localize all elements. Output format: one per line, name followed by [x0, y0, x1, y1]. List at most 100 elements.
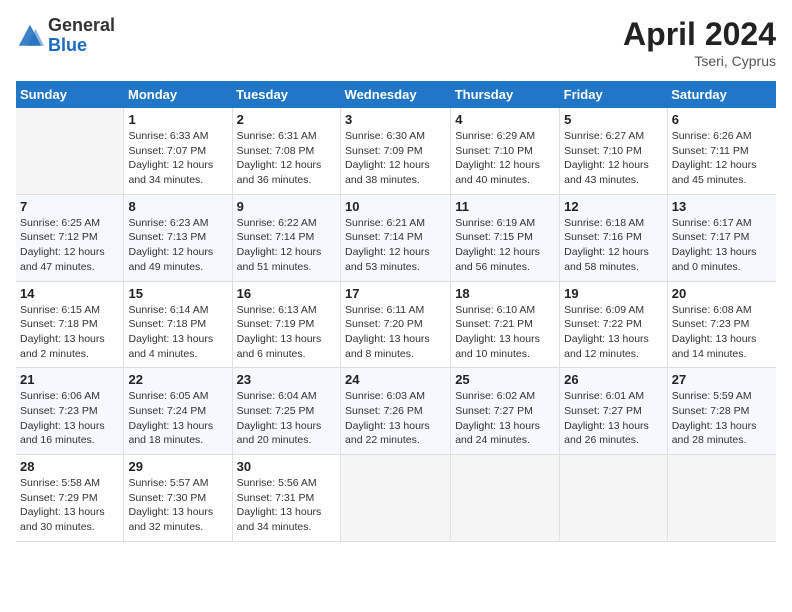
day-number: 23 — [237, 372, 336, 387]
calendar-cell: 15 Sunrise: 6:14 AMSunset: 7:18 PMDayligh… — [124, 281, 232, 368]
day-number: 28 — [20, 459, 119, 474]
day-number: 15 — [128, 286, 227, 301]
day-info: Sunrise: 6:01 AMSunset: 7:27 PMDaylight:… — [564, 389, 663, 448]
day-info: Sunrise: 6:25 AMSunset: 7:12 PMDaylight:… — [20, 216, 119, 275]
header-day-friday: Friday — [560, 81, 668, 108]
logo-blue-text: Blue — [48, 35, 87, 55]
header-day-sunday: Sunday — [16, 81, 124, 108]
calendar-cell — [341, 455, 451, 542]
day-info: Sunrise: 6:27 AMSunset: 7:10 PMDaylight:… — [564, 129, 663, 188]
day-info: Sunrise: 6:05 AMSunset: 7:24 PMDaylight:… — [128, 389, 227, 448]
calendar-header: SundayMondayTuesdayWednesdayThursdayFrid… — [16, 81, 776, 108]
calendar-cell: 25 Sunrise: 6:02 AMSunset: 7:27 PMDayligh… — [451, 368, 560, 455]
header-day-wednesday: Wednesday — [341, 81, 451, 108]
calendar-cell: 6 Sunrise: 6:26 AMSunset: 7:11 PMDaylight… — [667, 108, 776, 194]
calendar-cell: 1 Sunrise: 6:33 AMSunset: 7:07 PMDaylight… — [124, 108, 232, 194]
calendar-cell: 22 Sunrise: 6:05 AMSunset: 7:24 PMDayligh… — [124, 368, 232, 455]
calendar-cell: 3 Sunrise: 6:30 AMSunset: 7:09 PMDaylight… — [341, 108, 451, 194]
day-number: 3 — [345, 112, 446, 127]
day-number: 2 — [237, 112, 336, 127]
calendar-cell: 27Sunrise: 5:59 AMSunset: 7:28 PMDayligh… — [667, 368, 776, 455]
day-info: Sunrise: 6:11 AMSunset: 7:20 PMDaylight:… — [345, 303, 446, 362]
header-day-thursday: Thursday — [451, 81, 560, 108]
day-info: Sunrise: 6:02 AMSunset: 7:27 PMDaylight:… — [455, 389, 555, 448]
day-info: Sunrise: 6:30 AMSunset: 7:09 PMDaylight:… — [345, 129, 446, 188]
day-number: 25 — [455, 372, 555, 387]
calendar-cell: 13 Sunrise: 6:17 AMSunset: 7:17 PMDayligh… — [667, 194, 776, 281]
day-info: Sunrise: 6:13 AMSunset: 7:19 PMDaylight:… — [237, 303, 336, 362]
calendar-cell: 10 Sunrise: 6:21 AMSunset: 7:14 PMDayligh… — [341, 194, 451, 281]
calendar-cell: 16 Sunrise: 6:13 AMSunset: 7:19 PMDayligh… — [232, 281, 340, 368]
day-number: 29 — [128, 459, 227, 474]
calendar-cell: 21Sunrise: 6:06 AMSunset: 7:23 PMDayligh… — [16, 368, 124, 455]
day-info: Sunrise: 6:23 AMSunset: 7:13 PMDaylight:… — [128, 216, 227, 275]
calendar-cell: 28Sunrise: 5:58 AMSunset: 7:29 PMDayligh… — [16, 455, 124, 542]
day-info: Sunrise: 6:21 AMSunset: 7:14 PMDaylight:… — [345, 216, 446, 275]
calendar-cell: 29 Sunrise: 5:57 AMSunset: 7:30 PMDayligh… — [124, 455, 232, 542]
header-day-monday: Monday — [124, 81, 232, 108]
week-row-4: 21Sunrise: 6:06 AMSunset: 7:23 PMDayligh… — [16, 368, 776, 455]
day-number: 30 — [237, 459, 336, 474]
calendar-cell — [16, 108, 124, 194]
week-row-5: 28Sunrise: 5:58 AMSunset: 7:29 PMDayligh… — [16, 455, 776, 542]
day-number: 14 — [20, 286, 119, 301]
calendar-cell: 7Sunrise: 6:25 AMSunset: 7:12 PMDaylight… — [16, 194, 124, 281]
day-info: Sunrise: 5:57 AMSunset: 7:30 PMDaylight:… — [128, 476, 227, 535]
day-number: 24 — [345, 372, 446, 387]
day-number: 16 — [237, 286, 336, 301]
month-title: April 2024 — [623, 16, 776, 53]
calendar-cell — [451, 455, 560, 542]
day-number: 27 — [672, 372, 772, 387]
day-number: 8 — [128, 199, 227, 214]
calendar-cell: 12 Sunrise: 6:18 AMSunset: 7:16 PMDayligh… — [560, 194, 668, 281]
day-info: Sunrise: 6:18 AMSunset: 7:16 PMDaylight:… — [564, 216, 663, 275]
calendar-cell: 8 Sunrise: 6:23 AMSunset: 7:13 PMDaylight… — [124, 194, 232, 281]
calendar-cell: 30 Sunrise: 5:56 AMSunset: 7:31 PMDayligh… — [232, 455, 340, 542]
day-number: 12 — [564, 199, 663, 214]
day-number: 1 — [128, 112, 227, 127]
day-info: Sunrise: 6:19 AMSunset: 7:15 PMDaylight:… — [455, 216, 555, 275]
location-text: Tseri, Cyprus — [623, 53, 776, 69]
day-info: Sunrise: 6:17 AMSunset: 7:17 PMDaylight:… — [672, 216, 772, 275]
calendar-cell — [560, 455, 668, 542]
calendar-cell: 4Sunrise: 6:29 AMSunset: 7:10 PMDaylight… — [451, 108, 560, 194]
day-info: Sunrise: 6:04 AMSunset: 7:25 PMDaylight:… — [237, 389, 336, 448]
header-day-saturday: Saturday — [667, 81, 776, 108]
day-info: Sunrise: 6:08 AMSunset: 7:23 PMDaylight:… — [672, 303, 772, 362]
week-row-2: 7Sunrise: 6:25 AMSunset: 7:12 PMDaylight… — [16, 194, 776, 281]
day-number: 4 — [455, 112, 555, 127]
day-info: Sunrise: 6:22 AMSunset: 7:14 PMDaylight:… — [237, 216, 336, 275]
calendar-cell: 2 Sunrise: 6:31 AMSunset: 7:08 PMDaylight… — [232, 108, 340, 194]
day-number: 9 — [237, 199, 336, 214]
day-info: Sunrise: 6:09 AMSunset: 7:22 PMDaylight:… — [564, 303, 663, 362]
day-number: 26 — [564, 372, 663, 387]
day-number: 6 — [672, 112, 772, 127]
day-number: 5 — [564, 112, 663, 127]
day-number: 13 — [672, 199, 772, 214]
calendar-cell: 24Sunrise: 6:03 AMSunset: 7:26 PMDayligh… — [341, 368, 451, 455]
logo-icon — [16, 22, 44, 50]
logo-general-text: General — [48, 15, 115, 35]
calendar-body: 1 Sunrise: 6:33 AMSunset: 7:07 PMDaylight… — [16, 108, 776, 541]
day-number: 22 — [128, 372, 227, 387]
header-row: SundayMondayTuesdayWednesdayThursdayFrid… — [16, 81, 776, 108]
day-info: Sunrise: 6:14 AMSunset: 7:18 PMDaylight:… — [128, 303, 227, 362]
header-day-tuesday: Tuesday — [232, 81, 340, 108]
calendar-cell: 5 Sunrise: 6:27 AMSunset: 7:10 PMDaylight… — [560, 108, 668, 194]
calendar-cell: 17 Sunrise: 6:11 AMSunset: 7:20 PMDayligh… — [341, 281, 451, 368]
day-info: Sunrise: 6:10 AMSunset: 7:21 PMDaylight:… — [455, 303, 555, 362]
day-info: Sunrise: 6:15 AMSunset: 7:18 PMDaylight:… — [20, 303, 119, 362]
day-info: Sunrise: 6:31 AMSunset: 7:08 PMDaylight:… — [237, 129, 336, 188]
day-number: 10 — [345, 199, 446, 214]
title-area: April 2024 Tseri, Cyprus — [623, 16, 776, 69]
calendar-cell: 20Sunrise: 6:08 AMSunset: 7:23 PMDayligh… — [667, 281, 776, 368]
day-info: Sunrise: 6:33 AMSunset: 7:07 PMDaylight:… — [128, 129, 227, 188]
day-number: 17 — [345, 286, 446, 301]
day-info: Sunrise: 5:56 AMSunset: 7:31 PMDaylight:… — [237, 476, 336, 535]
calendar-cell: 26 Sunrise: 6:01 AMSunset: 7:27 PMDayligh… — [560, 368, 668, 455]
day-info: Sunrise: 6:26 AMSunset: 7:11 PMDaylight:… — [672, 129, 772, 188]
calendar-cell: 14 Sunrise: 6:15 AMSunset: 7:18 PMDayligh… — [16, 281, 124, 368]
day-number: 11 — [455, 199, 555, 214]
logo: General Blue — [16, 16, 115, 56]
logo-text: General Blue — [48, 16, 115, 56]
